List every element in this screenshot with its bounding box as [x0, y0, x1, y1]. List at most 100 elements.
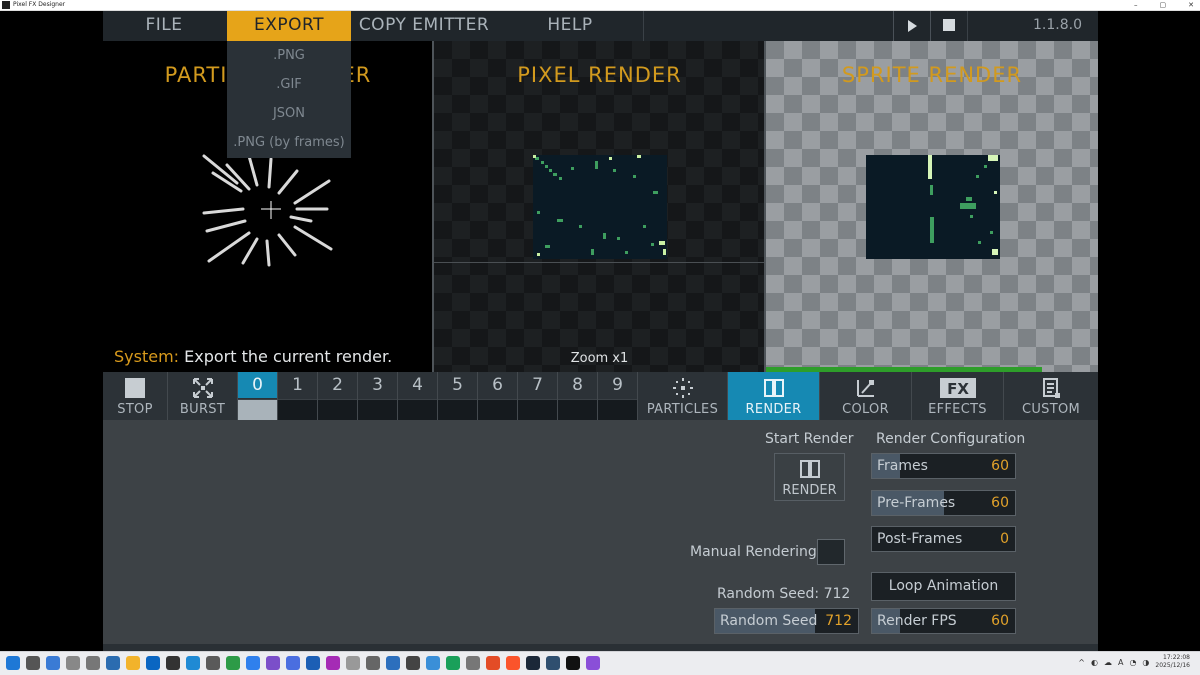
menu-separator: [643, 11, 644, 41]
emitter-slot-6[interactable]: 6: [478, 372, 518, 420]
burst-button[interactable]: BURST: [168, 372, 238, 420]
emitter-slot-0[interactable]: 0: [238, 372, 278, 420]
app-icon[interactable]: [386, 656, 400, 670]
wifi-icon[interactable]: ◔: [1129, 658, 1136, 667]
start-icon[interactable]: [6, 656, 20, 670]
loop-animation-button[interactable]: Loop Animation: [871, 572, 1016, 601]
random-seed-display: Random Seed: 712: [717, 586, 851, 602]
minimize-button[interactable]: –: [1134, 0, 1138, 10]
volume-icon[interactable]: ◑: [1142, 658, 1149, 667]
app-icon[interactable]: [86, 656, 100, 670]
slot-number: 5: [452, 375, 463, 395]
export-dropdown: .PNG .GIF JSON .PNG (by frames): [227, 41, 351, 158]
app-icon[interactable]: [186, 656, 200, 670]
terminal-icon[interactable]: [166, 656, 180, 670]
emitter-slot-2[interactable]: 2: [318, 372, 358, 420]
app-icon[interactable]: [586, 656, 600, 670]
app-icon[interactable]: [306, 656, 320, 670]
bottom-strip: [103, 644, 1098, 651]
app-icon[interactable]: [426, 656, 440, 670]
tab-particles[interactable]: PARTICLES: [638, 372, 728, 420]
maximize-button[interactable]: ▢: [1160, 0, 1167, 10]
emitter-slot-7[interactable]: 7: [518, 372, 558, 420]
language-indicator[interactable]: A: [1118, 658, 1123, 667]
app-icon[interactable]: [366, 656, 380, 670]
tab-render[interactable]: RENDER: [728, 372, 820, 420]
tab-color[interactable]: COLOR: [820, 372, 912, 420]
export-gif[interactable]: .GIF: [227, 70, 351, 99]
folder-icon[interactable]: [126, 656, 140, 670]
app-icon[interactable]: [106, 656, 120, 670]
random-seed-value: 712: [825, 613, 852, 629]
emitter-slot-8[interactable]: 8: [558, 372, 598, 420]
stop-icon: [943, 19, 955, 31]
network-icon[interactable]: ◐: [1091, 658, 1098, 667]
app-icon[interactable]: [266, 656, 280, 670]
play-button[interactable]: [893, 11, 929, 41]
slot-number: 6: [492, 375, 503, 395]
slot-number: 8: [572, 375, 583, 395]
post-frames-field[interactable]: Post-Frames 0: [871, 526, 1016, 552]
pixel-fx-icon[interactable]: [566, 656, 580, 670]
vscode-icon[interactable]: [246, 656, 260, 670]
emitter-slot-9[interactable]: 9: [598, 372, 638, 420]
post-frames-value: 0: [1000, 531, 1009, 547]
stop-playback-button[interactable]: [930, 11, 966, 41]
app-icon[interactable]: [406, 656, 420, 670]
emitter-slot-5[interactable]: 5: [438, 372, 478, 420]
pre-frames-field[interactable]: Pre-Frames 60: [871, 490, 1016, 516]
export-png[interactable]: .PNG: [227, 41, 351, 70]
emitter-slot-1[interactable]: 1: [278, 372, 318, 420]
app-icon[interactable]: [546, 656, 560, 670]
emitter-slot-4[interactable]: 4: [398, 372, 438, 420]
app-icon[interactable]: [286, 656, 300, 670]
app-icon[interactable]: [466, 656, 480, 670]
stop-emitter-button[interactable]: STOP: [103, 372, 168, 420]
app-icon[interactable]: [206, 656, 220, 670]
pixel-render-panel[interactable]: PIXEL RENDER Zoom x1: [434, 41, 765, 372]
chevron-up-icon[interactable]: ^: [1078, 658, 1085, 667]
pixel-render-canvas: [533, 155, 667, 259]
app-icon[interactable]: [346, 656, 360, 670]
pixel-baseline: [434, 262, 765, 263]
export-png-frames[interactable]: .PNG (by frames): [227, 128, 351, 157]
random-seed-field[interactable]: Random Seed 712: [714, 608, 859, 634]
fx-icon: FX: [939, 378, 976, 398]
slot-number: 4: [412, 375, 423, 395]
menu-export[interactable]: EXPORT: [227, 11, 351, 41]
task-view-icon[interactable]: [26, 656, 40, 670]
manual-rendering-checkbox[interactable]: [817, 539, 845, 565]
manual-rendering-label: Manual Rendering: [690, 544, 817, 560]
menu-copy-emitter[interactable]: COPY EMITTER: [351, 11, 497, 41]
tab-render-label: RENDER: [745, 402, 802, 417]
render-fps-field[interactable]: Render FPS 60: [871, 608, 1016, 634]
tab-effects[interactable]: FX EFFECTS: [912, 372, 1004, 420]
slot-bar: [478, 399, 517, 420]
brave-icon[interactable]: [506, 656, 520, 670]
app-icon[interactable]: [446, 656, 460, 670]
close-button[interactable]: ✕: [1188, 0, 1194, 10]
frames-field[interactable]: Frames 60: [871, 453, 1016, 479]
start-render-button[interactable]: RENDER: [774, 453, 845, 501]
slot-number: 2: [332, 375, 343, 395]
app-icon[interactable]: [146, 656, 160, 670]
steam-icon[interactable]: [526, 656, 540, 670]
frames-label: Frames: [877, 458, 928, 474]
menu-help[interactable]: HELP: [497, 11, 643, 41]
sprite-particles: [928, 155, 998, 255]
browser-icon[interactable]: [486, 656, 500, 670]
app-icon[interactable]: [326, 656, 340, 670]
cloud-icon[interactable]: ☁: [1104, 658, 1112, 667]
export-json[interactable]: JSON: [227, 99, 351, 128]
menu-file[interactable]: FILE: [103, 11, 225, 41]
slot-number: 7: [532, 375, 543, 395]
tab-custom[interactable]: CUSTOM: [1004, 372, 1098, 420]
slot-bar: [558, 399, 597, 420]
version-label: 1.1.8.0: [1033, 17, 1082, 33]
sprite-render-panel[interactable]: SPRITE RENDER: [766, 41, 1098, 372]
clock[interactable]: 17:22:08 2025/12/16: [1155, 654, 1190, 670]
emitter-slot-3[interactable]: 3: [358, 372, 398, 420]
app-icon[interactable]: [226, 656, 240, 670]
app-icon[interactable]: [66, 656, 80, 670]
settings-icon[interactable]: [46, 656, 60, 670]
